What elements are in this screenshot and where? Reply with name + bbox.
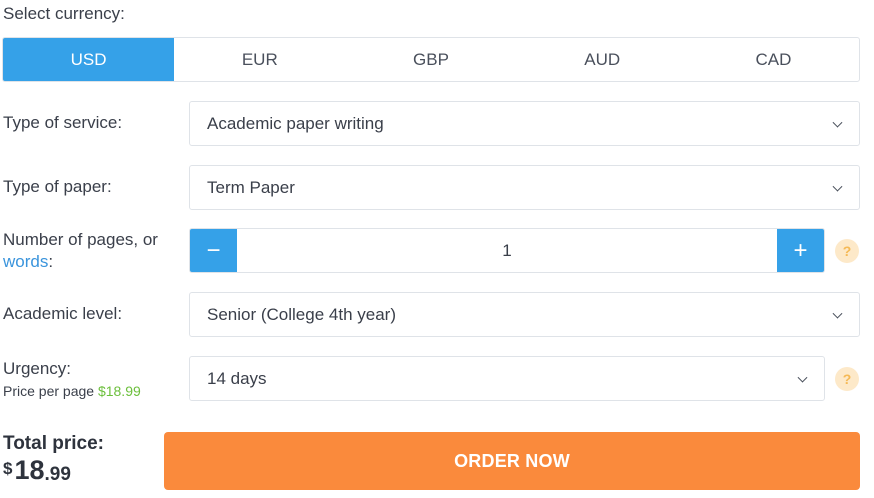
help-icon[interactable]: ? (835, 239, 859, 263)
price-per-page-label: Price per page (3, 383, 95, 399)
currency-selector: USD EUR GBP AUD CAD (2, 37, 860, 82)
pages-stepper: − 1 + (189, 228, 825, 273)
total-price-value: $ 18 .99 (3, 455, 71, 486)
service-type-label: Type of service: (3, 113, 123, 132)
total-currency-symbol: $ (3, 459, 13, 478)
price-per-page-value: $18.99 (97, 383, 141, 399)
increment-button[interactable]: + (777, 229, 824, 272)
service-type-value: Academic paper writing (207, 113, 384, 133)
academic-level-value: Senior (College 4th year) (207, 304, 396, 324)
pages-input[interactable]: 1 (237, 229, 777, 272)
paper-type-select[interactable]: Term Paper (189, 165, 860, 210)
total-integer: 18 (14, 455, 45, 485)
academic-level-select[interactable]: Senior (College 4th year) (189, 292, 860, 337)
urgency-label-text: Urgency: (3, 359, 72, 378)
pages-label-colon: : (48, 252, 54, 271)
help-icon[interactable]: ? (835, 367, 859, 391)
price-per-page: Price per page $18.99 (3, 383, 141, 399)
currency-tab-cad[interactable]: CAD (688, 38, 859, 81)
chevron-down-icon (832, 181, 843, 192)
total-decimal: .99 (44, 464, 71, 485)
total-price-label: Total price: (3, 433, 104, 454)
chevron-down-icon (832, 308, 843, 319)
urgency-select[interactable]: 14 days (189, 356, 825, 401)
service-type-select[interactable]: Academic paper writing (189, 101, 860, 146)
pages-label-text: Number of pages, or (3, 230, 158, 249)
decrement-button[interactable]: − (190, 229, 237, 272)
academic-level-label: Academic level: (3, 304, 123, 323)
order-now-button[interactable]: ORDER NOW (164, 432, 860, 490)
urgency-label: Urgency: Price per page $18.99 (3, 358, 141, 402)
currency-label: Select currency: (3, 4, 125, 23)
pages-label: Number of pages, or words: (3, 229, 158, 273)
currency-tab-gbp[interactable]: GBP (345, 38, 516, 81)
currency-tab-usd[interactable]: USD (3, 38, 175, 81)
words-link[interactable]: words (3, 252, 48, 271)
currency-tab-eur[interactable]: EUR (174, 38, 345, 81)
chevron-down-icon (832, 117, 843, 128)
paper-type-value: Term Paper (207, 177, 295, 197)
currency-tab-aud[interactable]: AUD (517, 38, 688, 81)
paper-type-label: Type of paper: (3, 177, 112, 196)
urgency-value: 14 days (207, 368, 267, 388)
chevron-down-icon (797, 372, 808, 383)
